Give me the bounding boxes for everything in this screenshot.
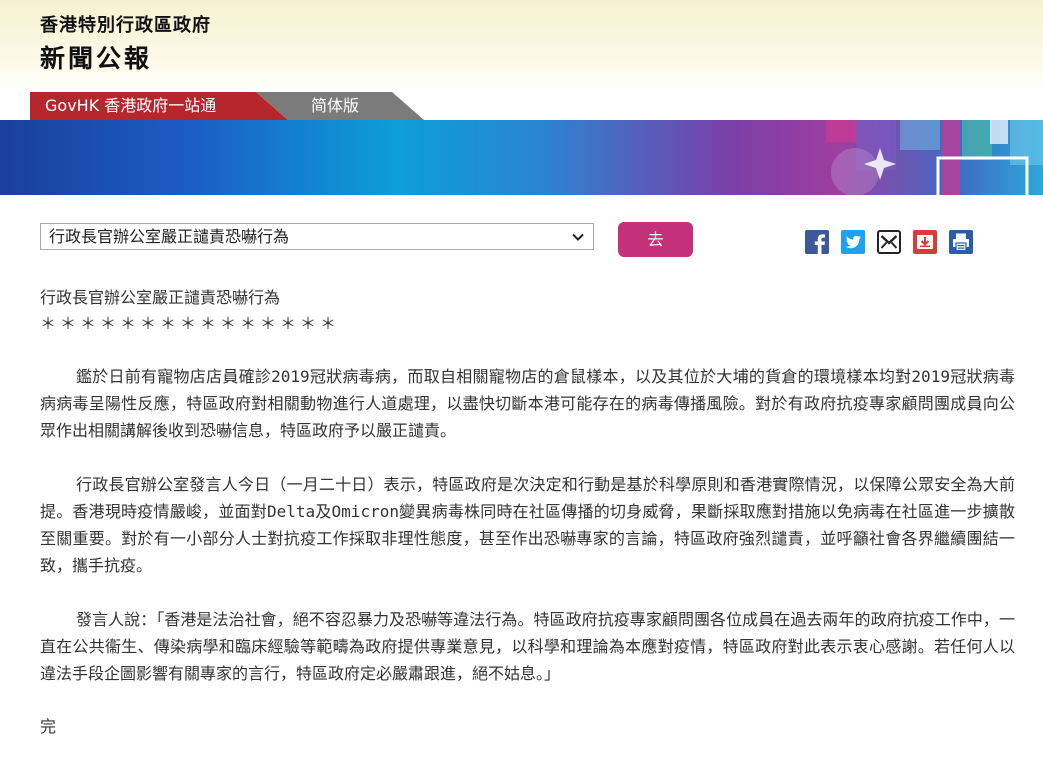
twitter-icon[interactable] bbox=[841, 230, 865, 254]
article: 行政長官辦公室嚴正譴責恐嚇行為 ＊＊＊＊＊＊＊＊＊＊＊＊＊＊＊ 鑑於日前有寵物店… bbox=[40, 285, 1015, 740]
banner-decoration bbox=[826, 120, 1043, 195]
email-icon[interactable] bbox=[877, 230, 901, 254]
title-separator: ＊＊＊＊＊＊＊＊＊＊＊＊＊＊＊ bbox=[40, 314, 341, 333]
article-title: 行政長官辦公室嚴正譴責恐嚇行為 bbox=[40, 288, 281, 307]
article-paragraph-1: 鑑於日前有寵物店店員確診2019冠狀病毒病，而取自相關寵物店的倉鼠樣本，以及其位… bbox=[40, 367, 1015, 440]
chevron-down-icon bbox=[572, 233, 584, 241]
download-icon[interactable] bbox=[913, 230, 937, 254]
article-paragraph-3: 發言人說：「香港是法治社會，絕不容忍暴力及恐嚇等違法行為。特區政府抗疫專家顧問團… bbox=[40, 610, 1015, 683]
go-button[interactable]: 去 bbox=[618, 222, 693, 257]
article-select[interactable]: 行政長官辦公室嚴正譴責恐嚇行為 bbox=[40, 223, 594, 250]
banner bbox=[0, 120, 1043, 195]
article-select-value: 行政長官辦公室嚴正譴責恐嚇行為 bbox=[49, 227, 290, 246]
article-paragraph-2: 行政長官辦公室發言人今日（一月二十日）表示，特區政府是次決定和行動是基於科學原則… bbox=[40, 475, 1015, 575]
article-end-mark: 完 bbox=[40, 717, 57, 736]
tab-govhk[interactable]: GovHK 香港政府一站通 bbox=[30, 92, 288, 120]
facebook-icon[interactable] bbox=[805, 230, 829, 254]
government-name: 香港特別行政區政府 bbox=[40, 15, 211, 36]
press-release-title: 新聞公報 bbox=[40, 44, 153, 73]
page-header: 香港特別行政區政府 新聞公報 bbox=[0, 0, 1043, 92]
print-icon[interactable] bbox=[949, 230, 973, 254]
